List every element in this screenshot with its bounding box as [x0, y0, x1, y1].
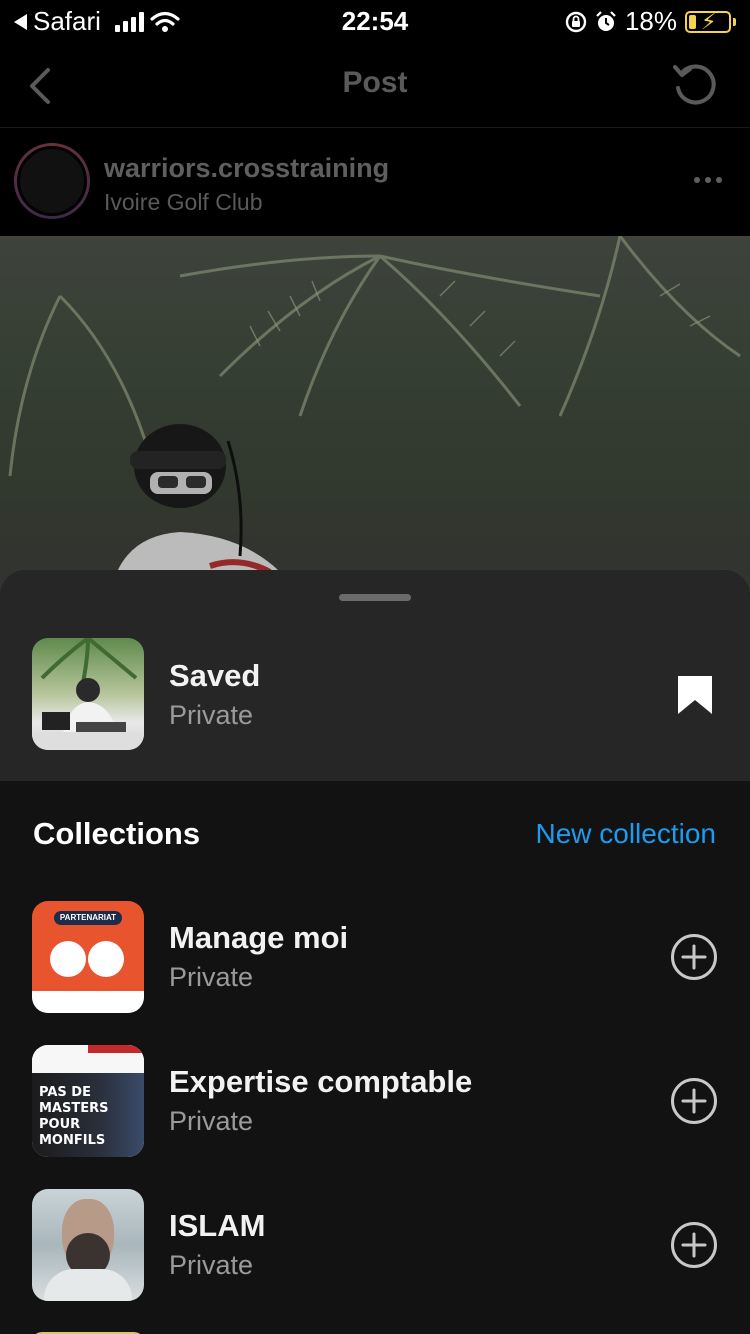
- refresh-icon[interactable]: [670, 60, 720, 110]
- battery-tip: [733, 17, 736, 26]
- post-username[interactable]: warriors.crosstraining: [104, 153, 389, 184]
- status-right: 18% ⚡: [565, 6, 736, 37]
- save-sheet: Saved Private Collections New collection…: [0, 570, 750, 1334]
- saved-title: Saved: [169, 658, 261, 693]
- alarm-icon: [596, 10, 616, 31]
- more-icon[interactable]: [694, 177, 722, 183]
- collection-subtitle: Private: [169, 1106, 254, 1136]
- battery-percent: 18%: [624, 6, 677, 36]
- new-collection-button[interactable]: New collection: [535, 818, 716, 850]
- collection-title: Expertise comptable: [169, 1064, 473, 1099]
- collection-subtitle: Private: [169, 1250, 254, 1280]
- collection-thumbnail: [32, 1189, 144, 1301]
- saved-subtitle: Private: [169, 700, 254, 730]
- saved-thumbnail: [32, 638, 144, 750]
- post-header: warriors.crosstraining Ivoire Golf Club: [0, 129, 750, 235]
- collection-thumbnail: PAS DE MASTERS POUR MONFILS: [32, 1045, 144, 1157]
- battery-icon: ⚡: [685, 9, 731, 34]
- screen: Safari 22:54 18% ⚡ Post warriors.crosstr…: [0, 0, 750, 1334]
- page-title: Post: [342, 66, 408, 99]
- add-circle-icon[interactable]: [670, 933, 718, 981]
- sheet-handle[interactable]: [339, 594, 411, 601]
- add-circle-icon[interactable]: [670, 1077, 718, 1125]
- avatar-logo: [17, 146, 87, 216]
- collection-title: ISLAM: [169, 1208, 266, 1243]
- saved-row[interactable]: Saved Private: [0, 570, 750, 781]
- collection-subtitle: Private: [169, 962, 254, 992]
- post-image: [0, 236, 750, 596]
- collection-thumbnail: PARTENARIAT: [32, 901, 144, 1013]
- bookmark-icon[interactable]: [676, 674, 714, 716]
- collections-heading: Collections: [33, 816, 201, 851]
- status-bar: Safari 22:54 18% ⚡: [0, 0, 750, 42]
- collection-title: Manage moi: [169, 920, 349, 955]
- add-circle-icon[interactable]: [670, 1221, 718, 1269]
- avatar[interactable]: [14, 143, 90, 219]
- rotation-lock-icon: [565, 11, 587, 32]
- post-location[interactable]: Ivoire Golf Club: [104, 189, 263, 216]
- nav-bar: Post: [0, 42, 750, 128]
